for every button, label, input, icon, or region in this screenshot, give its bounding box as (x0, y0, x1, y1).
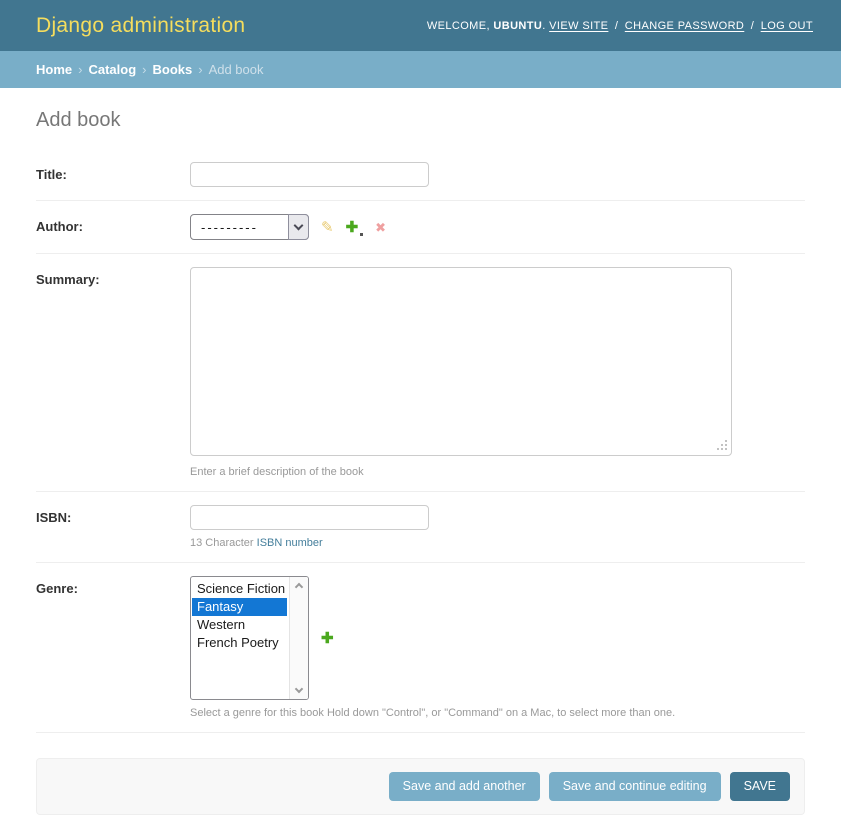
welcome-period: . (542, 20, 545, 32)
user-tools: WELCOME, UBUNTU. VIEW SITE / CHANGE PASS… (427, 20, 813, 32)
log-out-link[interactable]: LOG OUT (761, 20, 813, 32)
add-related-icon[interactable]: ✚ (346, 220, 359, 235)
view-site-link[interactable]: VIEW SITE (549, 20, 608, 32)
genre-help-text: Select a genre for this book Hold down "… (190, 707, 675, 719)
genre-multiselect[interactable]: Science Fiction Fantasy Western French P… (190, 576, 309, 700)
save-and-continue-editing-button[interactable]: Save and continue editing (549, 772, 721, 801)
save-and-add-another-button[interactable]: Save and add another (389, 772, 540, 801)
breadcrumb-catalog[interactable]: Catalog (88, 62, 136, 77)
listbox-scrollbar[interactable] (289, 577, 308, 699)
select-dropdown-button[interactable] (288, 214, 309, 240)
author-selected-value: --------- (201, 220, 258, 235)
submit-row: Save and add another Save and continue e… (36, 758, 805, 815)
form-row-summary: Summary: Enter a brief description of th… (36, 254, 805, 492)
breadcrumb-separator: › (78, 62, 82, 77)
isbn-help-text: 13 Character ISBN number (190, 537, 429, 549)
form-row-title: Title: (36, 149, 805, 201)
add-genre-icon[interactable]: ✚ (321, 631, 334, 646)
genre-option-french-poetry[interactable]: French Poetry (192, 634, 287, 652)
summary-label: Summary: (36, 267, 190, 287)
isbn-help-prefix: 13 Character (190, 537, 257, 549)
edit-related-icon[interactable]: ✎ (321, 220, 334, 235)
brand-title[interactable]: Django administration (36, 14, 245, 38)
change-password-link[interactable]: CHANGE PASSWORD (625, 20, 744, 32)
page-title: Add book (36, 109, 805, 132)
breadcrumb: Home › Catalog › Books › Add book (0, 51, 841, 88)
main-content: Add book Title: Author: --------- ✎ ✚ ✖ … (0, 109, 841, 815)
header: Django administration WELCOME, UBUNTU. V… (0, 0, 841, 51)
small-dot (360, 233, 363, 236)
isbn-label: ISBN: (36, 505, 190, 525)
genre-option-fantasy[interactable]: Fantasy (192, 598, 287, 616)
breadcrumb-separator: › (198, 62, 202, 77)
author-select[interactable]: --------- (190, 214, 309, 240)
scroll-down-icon[interactable] (295, 685, 303, 693)
delete-related-icon[interactable]: ✖ (375, 221, 386, 234)
welcome-text: WELCOME, (427, 20, 490, 32)
breadcrumb-separator: › (142, 62, 146, 77)
title-label: Title: (36, 162, 190, 182)
isbn-input[interactable] (190, 505, 429, 530)
isbn-number-link[interactable]: ISBN number (257, 537, 323, 549)
chevron-down-icon (294, 221, 304, 231)
scroll-up-icon[interactable] (295, 583, 303, 591)
form-row-genre: Genre: Science Fiction Fantasy Western F… (36, 563, 805, 733)
genre-label: Genre: (36, 576, 190, 596)
title-input[interactable] (190, 162, 429, 187)
resize-grip[interactable] (725, 448, 727, 450)
link-separator: / (615, 20, 618, 32)
summary-textarea[interactable] (190, 267, 732, 456)
breadcrumb-home[interactable]: Home (36, 62, 72, 77)
author-label: Author: (36, 214, 190, 234)
summary-help-text: Enter a brief description of the book (190, 466, 732, 478)
form-row-isbn: ISBN: 13 Character ISBN number (36, 492, 805, 563)
link-separator: / (751, 20, 754, 32)
genre-option-western[interactable]: Western (192, 616, 287, 634)
save-button[interactable]: SAVE (730, 772, 790, 801)
form-row-author: Author: --------- ✎ ✚ ✖ (36, 201, 805, 254)
username: UBUNTU (493, 20, 542, 32)
genre-option-science-fiction[interactable]: Science Fiction (192, 580, 287, 598)
breadcrumb-books[interactable]: Books (152, 62, 192, 77)
breadcrumb-current: Add book (209, 62, 264, 77)
